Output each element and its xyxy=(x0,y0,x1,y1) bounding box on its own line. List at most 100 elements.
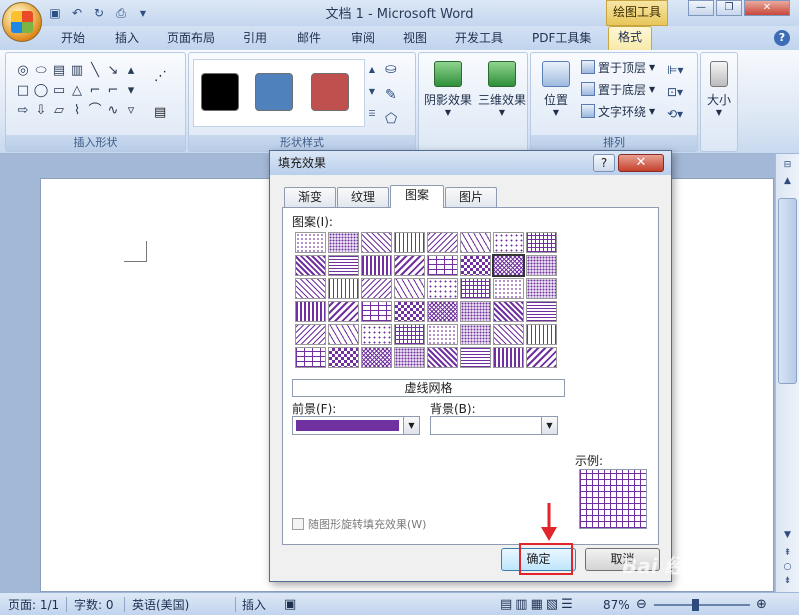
send-to-back-button[interactable]: 置于底层 ▼ xyxy=(581,79,655,99)
previous-page-icon[interactable]: ⇞ xyxy=(779,546,796,560)
pattern-swatch[interactable] xyxy=(493,278,524,299)
pattern-swatch[interactable] xyxy=(427,255,458,276)
foreground-color-select[interactable]: ▼ xyxy=(292,416,420,435)
pattern-swatch[interactable] xyxy=(361,324,392,345)
shape-icon[interactable]: △ xyxy=(68,81,86,101)
rotate-fill-checkbox[interactable] xyxy=(292,518,304,530)
restore-button[interactable]: ❐ xyxy=(716,0,742,16)
zoom-in-icon[interactable]: ⊕ xyxy=(756,596,767,614)
pattern-swatch[interactable] xyxy=(394,301,425,322)
pattern-swatch[interactable] xyxy=(295,255,326,276)
shape-icon[interactable]: □ xyxy=(14,81,32,101)
fill-color-icon[interactable]: ⛀ xyxy=(385,61,397,77)
zoom-level[interactable]: 87% xyxy=(603,596,630,614)
pattern-swatch[interactable] xyxy=(526,278,557,299)
size-button[interactable]: 大小 ▼ xyxy=(701,57,737,133)
tab-home[interactable]: 开始 xyxy=(52,28,94,50)
shape-icon[interactable]: ⌐ xyxy=(86,81,104,101)
close-window-button[interactable]: ✕ xyxy=(744,0,790,16)
pattern-swatch[interactable] xyxy=(493,347,524,368)
pattern-swatch[interactable] xyxy=(526,301,557,322)
pattern-swatch[interactable] xyxy=(460,278,491,299)
pattern-swatch[interactable] xyxy=(361,347,392,368)
pattern-swatch[interactable] xyxy=(328,255,359,276)
pattern-swatch[interactable] xyxy=(394,278,425,299)
tab-page-layout[interactable]: 页面布局 xyxy=(158,28,224,50)
tab-review[interactable]: 审阅 xyxy=(342,28,384,50)
shape-icon[interactable]: ▿ xyxy=(122,101,140,121)
pattern-swatch[interactable] xyxy=(295,324,326,345)
vertical-scrollbar[interactable]: ⊟ ▲ ▼ ⇞ ○ ⇟ xyxy=(775,154,799,592)
edit-shape-icon[interactable]: ⋰ xyxy=(154,69,167,84)
pattern-swatch[interactable] xyxy=(493,324,524,345)
style-black-swatch[interactable] xyxy=(201,73,239,111)
tab-view[interactable]: 视图 xyxy=(394,28,436,50)
pattern-swatch[interactable] xyxy=(328,301,359,322)
shape-icon[interactable]: ⇩ xyxy=(32,101,50,121)
pattern-swatch[interactable] xyxy=(328,278,359,299)
text-wrap-button[interactable]: 文字环绕 ▼ xyxy=(581,101,655,121)
macro-record-icon[interactable]: ▣ xyxy=(284,596,296,614)
pattern-swatch[interactable] xyxy=(295,278,326,299)
change-shape-icon[interactable]: ⬠ xyxy=(385,111,397,127)
view-buttons[interactable]: ▤▥▦▧☰ xyxy=(500,596,576,614)
tab-picture[interactable]: 图片 xyxy=(445,187,497,207)
pattern-swatch[interactable] xyxy=(394,347,425,368)
pattern-swatch[interactable] xyxy=(526,347,557,368)
shape-icon[interactable]: ▥ xyxy=(68,61,86,81)
tab-format[interactable]: 格式 xyxy=(608,26,653,51)
shape-icon[interactable]: ↘ xyxy=(104,61,122,81)
3d-effects-button[interactable]: 三维效果 ▼ xyxy=(475,57,529,133)
style-blue-swatch[interactable] xyxy=(255,73,293,111)
position-button[interactable]: 位置 ▼ xyxy=(533,57,579,133)
pattern-swatch[interactable] xyxy=(460,324,491,345)
tab-developer[interactable]: 开发工具 xyxy=(446,28,512,50)
ruler-toggle-icon[interactable]: ⊟ xyxy=(779,158,796,172)
gallery-scroll-icon[interactable]: ▲ ▼ ☰ xyxy=(367,59,377,127)
pattern-swatch[interactable] xyxy=(361,232,392,253)
shape-icon[interactable]: ⌒ xyxy=(86,101,104,121)
chevron-down-icon[interactable]: ▼ xyxy=(541,417,557,434)
pattern-swatch[interactable] xyxy=(328,347,359,368)
pattern-swatch[interactable] xyxy=(295,232,326,253)
align-group-icons[interactable]: ⊫▾ ⊡▾ ⟲▾ xyxy=(667,59,683,125)
pattern-swatch[interactable] xyxy=(492,254,525,277)
pattern-swatch[interactable] xyxy=(295,347,326,368)
background-color-select[interactable]: ▼ xyxy=(430,416,558,435)
pattern-swatch[interactable] xyxy=(394,255,425,276)
shape-icon[interactable]: ╲ xyxy=(86,61,104,81)
language-indicator[interactable]: 英语(美国) xyxy=(132,596,189,614)
pattern-swatch[interactable] xyxy=(460,347,491,368)
shape-icon[interactable]: ◯ xyxy=(32,81,50,101)
tab-insert[interactable]: 插入 xyxy=(106,28,148,50)
pattern-swatch[interactable] xyxy=(328,324,359,345)
scroll-up-icon[interactable]: ▲ xyxy=(779,174,796,188)
shape-icon[interactable]: ▱ xyxy=(50,101,68,121)
tab-pdf-tools[interactable]: PDF工具集 xyxy=(523,28,600,50)
pattern-swatch[interactable] xyxy=(493,232,524,253)
zoom-out-icon[interactable]: ⊖ xyxy=(636,596,647,614)
rotate-fill-option[interactable]: 随图形旋转填充效果(W) xyxy=(292,516,426,532)
shape-icon[interactable]: ⌐ xyxy=(104,81,122,101)
shape-icon[interactable]: ◎ xyxy=(14,61,32,81)
tab-mailings[interactable]: 邮件 xyxy=(288,28,330,50)
pattern-swatch[interactable] xyxy=(427,324,458,345)
insert-mode[interactable]: 插入 xyxy=(242,596,266,614)
outline-color-icon[interactable]: ✎ xyxy=(385,87,397,103)
pattern-swatch[interactable] xyxy=(460,301,491,322)
minimize-button[interactable]: — xyxy=(688,0,714,16)
next-page-icon[interactable]: ⇟ xyxy=(779,574,796,588)
scroll-down-icon[interactable]: ▼ xyxy=(779,528,796,542)
shape-icon[interactable]: ▴ xyxy=(122,61,140,81)
dialog-close-icon[interactable]: ✕ xyxy=(618,154,664,172)
tab-texture[interactable]: 纹理 xyxy=(337,187,389,207)
pattern-swatch[interactable] xyxy=(427,232,458,253)
zoom-slider-thumb[interactable] xyxy=(692,599,699,611)
pattern-swatch[interactable] xyxy=(361,255,392,276)
pattern-swatch[interactable] xyxy=(328,232,359,253)
browse-object-icon[interactable]: ○ xyxy=(779,560,796,574)
shape-icon[interactable]: ⇨ xyxy=(14,101,32,121)
word-count[interactable]: 字数: 0 xyxy=(74,596,114,614)
zoom-slider[interactable] xyxy=(654,604,750,606)
pattern-swatch[interactable] xyxy=(361,278,392,299)
